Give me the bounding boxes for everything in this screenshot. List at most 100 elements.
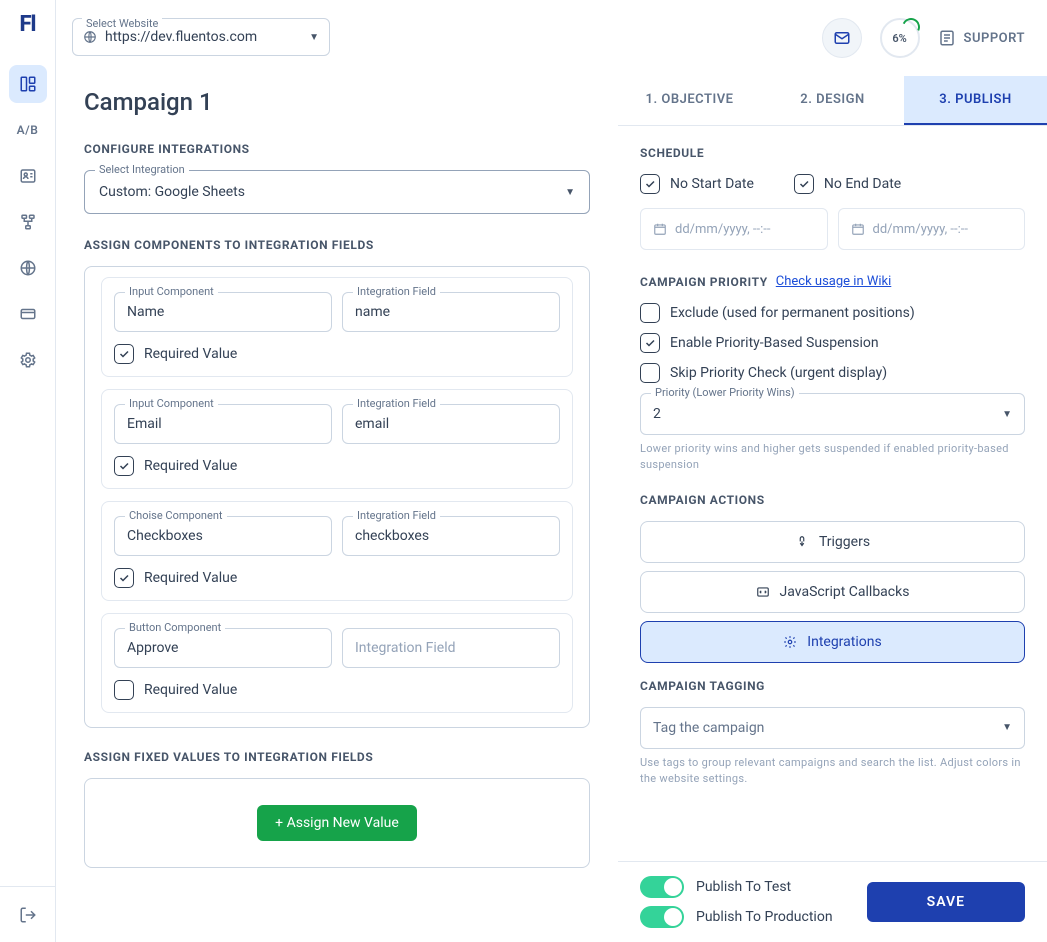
integration-select-value: Custom: Google Sheets	[99, 184, 565, 200]
globe-icon	[19, 259, 37, 277]
no-start-checkbox[interactable]	[640, 174, 660, 194]
mail-icon	[833, 29, 851, 47]
component-field-label: Choise Component	[125, 509, 227, 522]
integration-field-value: name	[355, 304, 390, 320]
tab-publish[interactable]: 3. PUBLISH	[904, 76, 1047, 125]
save-button[interactable]: SAVE	[867, 882, 1025, 922]
nav-billing[interactable]	[9, 295, 47, 333]
start-date-placeholder: dd/mm/yyyy, --:--	[675, 222, 770, 237]
priority-select[interactable]: Priority (Lower Priority Wins) 2 ▼	[640, 393, 1025, 435]
tabs: 1. OBJECTIVE 2. DESIGN 3. PUBLISH	[618, 76, 1047, 126]
tag-placeholder: Tag the campaign	[653, 720, 1002, 736]
js-callbacks-label: JavaScript Callbacks	[780, 584, 910, 600]
nav-web[interactable]	[9, 249, 47, 287]
required-checkbox[interactable]	[114, 568, 134, 588]
integrations-button[interactable]: Integrations	[640, 621, 1025, 663]
assign-new-value-button[interactable]: + Assign New Value	[257, 805, 417, 841]
website-select[interactable]: Select Website https://dev.fluentos.com …	[72, 18, 330, 56]
component-field[interactable]: Input ComponentName	[114, 292, 332, 332]
integrations-label: Integrations	[807, 634, 881, 650]
start-date-input[interactable]: dd/mm/yyyy, --:--	[640, 208, 828, 250]
integration-field-value: email	[355, 416, 389, 432]
tab-design[interactable]: 2. DESIGN	[761, 76, 904, 125]
tap-icon	[795, 535, 809, 549]
logo: Fl	[20, 12, 36, 37]
fixed-values-panel: + Assign New Value	[84, 778, 590, 868]
progress-ring[interactable]: 6%	[880, 18, 920, 58]
nav-logout[interactable]	[9, 896, 47, 934]
required-label: Required Value	[144, 682, 237, 698]
field-row: Input ComponentNameIntegration Fieldname…	[101, 277, 573, 377]
tag-select[interactable]: Tag the campaign ▼	[640, 707, 1025, 749]
website-select-label: Select Website	[82, 17, 162, 30]
component-field-value: Checkboxes	[127, 528, 203, 544]
component-field-value: Name	[127, 304, 164, 320]
bottom-bar: Publish To Test Publish To Production SA…	[618, 861, 1047, 942]
id-card-icon	[19, 167, 37, 185]
components-panel: Input ComponentNameIntegration Fieldname…	[84, 266, 590, 728]
right-content: SCHEDULE No Start Date No End Date dd/mm…	[618, 126, 1047, 861]
integration-field[interactable]: Integration Fieldname	[342, 292, 560, 332]
js-callbacks-button[interactable]: JavaScript Callbacks	[640, 571, 1025, 613]
integration-field[interactable]: Integration Fieldcheckboxes	[342, 516, 560, 556]
field-row: Choise ComponentCheckboxesIntegration Fi…	[101, 501, 573, 601]
exclude-checkbox[interactable]	[640, 303, 660, 323]
nav-campaigns[interactable]	[9, 65, 47, 103]
publish-prod-toggle[interactable]	[640, 906, 684, 928]
nav-rail: Fl A/B	[0, 0, 56, 942]
end-date-placeholder: dd/mm/yyyy, --:--	[873, 222, 968, 237]
integration-field-label: Integration Field	[353, 509, 440, 522]
component-field-label: Button Component	[125, 621, 225, 634]
chevron-down-icon: ▼	[565, 187, 575, 198]
integration-field-placeholder: Integration Field	[355, 640, 456, 656]
nav-flows[interactable]	[9, 203, 47, 241]
chevron-down-icon: ▼	[1002, 409, 1012, 420]
skip-priority-label: Skip Priority Check (urgent display)	[670, 365, 887, 381]
no-end-checkbox[interactable]	[794, 174, 814, 194]
priority-select-label: Priority (Lower Priority Wins)	[651, 386, 799, 399]
nav-settings[interactable]	[9, 341, 47, 379]
globe-icon	[83, 30, 97, 44]
publish-test-label: Publish To Test	[696, 879, 791, 895]
publish-test-toggle[interactable]	[640, 876, 684, 898]
nav-audience[interactable]	[9, 157, 47, 195]
component-field[interactable]: Choise ComponentCheckboxes	[114, 516, 332, 556]
required-checkbox[interactable]	[114, 456, 134, 476]
required-label: Required Value	[144, 458, 237, 474]
priority-title: CAMPAIGN PRIORITY	[640, 275, 768, 289]
field-row: Input ComponentEmailIntegration Fieldema…	[101, 389, 573, 489]
skip-priority-checkbox[interactable]	[640, 363, 660, 383]
wiki-link[interactable]: Check usage in Wiki	[776, 274, 892, 289]
end-date-input[interactable]: dd/mm/yyyy, --:--	[838, 208, 1026, 250]
integration-select[interactable]: Select Integration Custom: Google Sheets…	[84, 170, 590, 214]
mail-button[interactable]	[822, 18, 862, 58]
nav-ab[interactable]: A/B	[9, 111, 47, 149]
component-field[interactable]: Input ComponentEmail	[114, 404, 332, 444]
tab-objective[interactable]: 1. OBJECTIVE	[618, 76, 761, 125]
website-value: https://dev.fluentos.com	[105, 29, 301, 45]
required-label: Required Value	[144, 346, 237, 362]
calendar-icon	[653, 222, 667, 236]
tagging-title: CAMPAIGN TAGGING	[640, 679, 1025, 693]
no-start-label: No Start Date	[670, 176, 754, 192]
left-content: Campaign 1 CONFIGURE INTEGRATIONS Select…	[56, 76, 618, 912]
assign-components-title: ASSIGN COMPONENTS TO INTEGRATION FIELDS	[84, 238, 590, 252]
card-icon	[19, 305, 37, 323]
support-label: SUPPORT	[964, 31, 1025, 46]
triggers-button[interactable]: Triggers	[640, 521, 1025, 563]
required-checkbox[interactable]	[114, 344, 134, 364]
component-field-label: Input Component	[125, 397, 218, 410]
integration-field-value: checkboxes	[355, 528, 429, 544]
actions-title: CAMPAIGN ACTIONS	[640, 493, 1025, 507]
enable-priority-checkbox[interactable]	[640, 333, 660, 353]
field-row: Button ComponentApprove Integration Field…	[101, 613, 573, 713]
integration-field[interactable]: Integration Field	[342, 628, 560, 668]
integration-field[interactable]: Integration Fieldemail	[342, 404, 560, 444]
required-checkbox[interactable]	[114, 680, 134, 700]
priority-value: 2	[653, 406, 1002, 422]
left-topbar: Select Website https://dev.fluentos.com …	[56, 0, 618, 76]
support-button[interactable]: SUPPORT	[938, 29, 1025, 47]
enable-priority-label: Enable Priority-Based Suspension	[670, 335, 879, 351]
component-field[interactable]: Button ComponentApprove	[114, 628, 332, 668]
schedule-title: SCHEDULE	[640, 146, 1025, 160]
